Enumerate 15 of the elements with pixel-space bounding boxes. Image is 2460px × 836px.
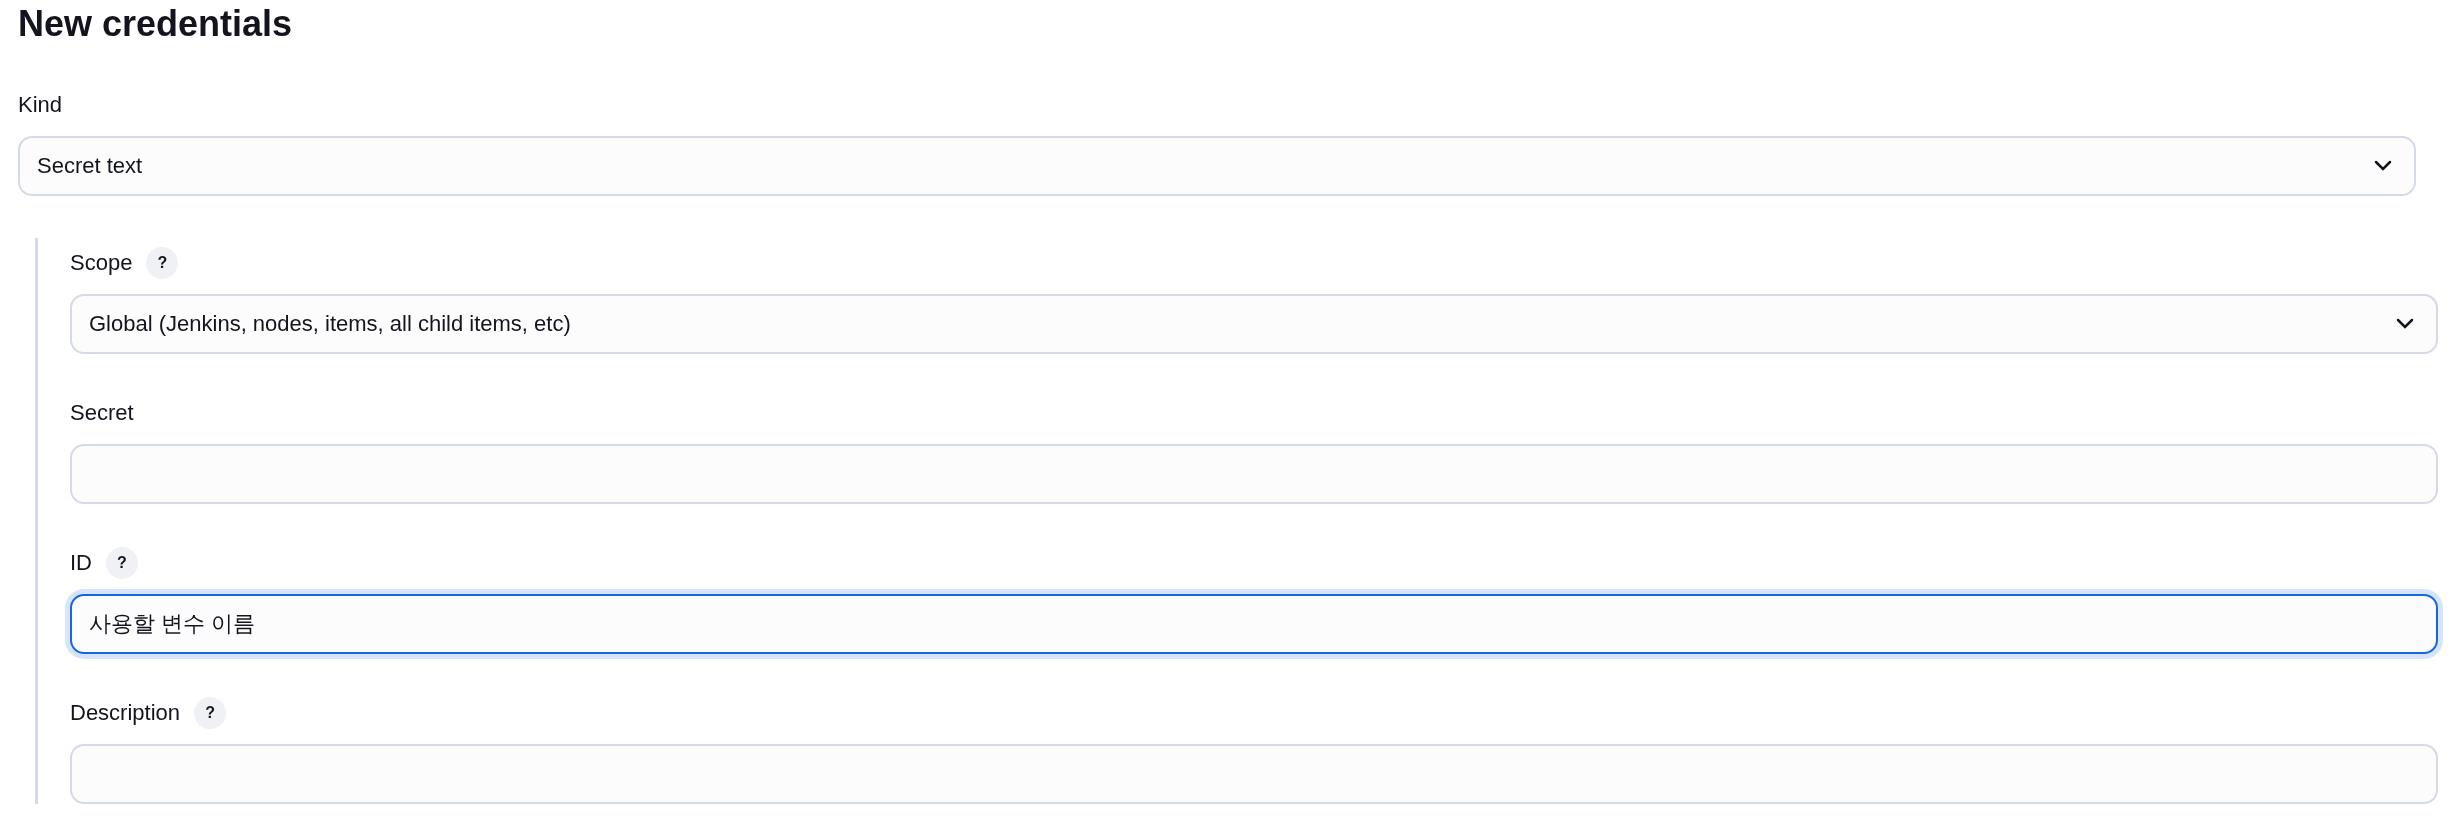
field-label: ID bbox=[70, 550, 92, 576]
select-field[interactable]: Secret text bbox=[18, 136, 2416, 196]
help-button[interactable]: ? bbox=[194, 697, 227, 729]
chevron-down-icon bbox=[2396, 318, 2414, 330]
field-label: Scope bbox=[70, 250, 133, 276]
field-label: Description bbox=[70, 700, 181, 726]
field-label: Kind bbox=[18, 92, 63, 118]
select-field[interactable]: Global (Jenkins, nodes, items, all child items, etc) bbox=[70, 294, 2438, 354]
field-label: Secret bbox=[70, 400, 134, 426]
help-button[interactable]: ? bbox=[146, 247, 179, 279]
help-button[interactable]: ? bbox=[106, 547, 138, 579]
input-field[interactable] bbox=[70, 444, 2438, 504]
chevron-down-icon bbox=[2374, 160, 2392, 172]
input-field[interactable] bbox=[70, 744, 2438, 804]
page-title: New credentials bbox=[18, 2, 294, 46]
